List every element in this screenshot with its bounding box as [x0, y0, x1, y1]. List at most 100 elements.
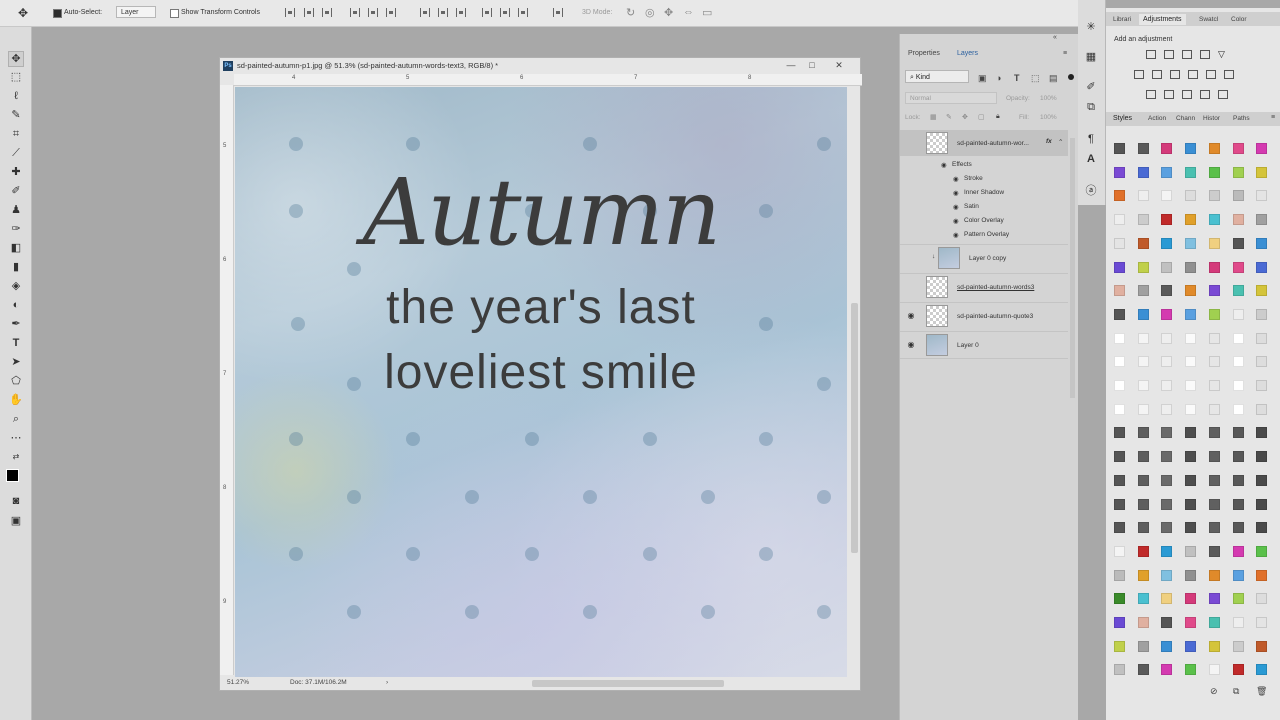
style-swatch[interactable]	[1232, 261, 1244, 273]
style-swatch[interactable]	[1232, 237, 1244, 249]
style-swatch[interactable]	[1185, 285, 1197, 297]
style-swatch[interactable]	[1137, 593, 1149, 605]
style-swatch[interactable]	[1232, 356, 1244, 368]
style-swatch[interactable]	[1256, 214, 1268, 226]
photo-filter-icon[interactable]	[1188, 70, 1198, 79]
style-swatch[interactable]	[1232, 593, 1244, 605]
style-swatch[interactable]	[1114, 143, 1125, 154]
visibility-eye-icon[interactable]: ◉	[906, 340, 916, 350]
effect-color-overlay[interactable]: Color Overlay	[964, 217, 1004, 224]
style-swatch[interactable]	[1185, 214, 1197, 226]
style-swatch[interactable]	[1161, 237, 1173, 249]
channel-mixer-icon[interactable]	[1206, 70, 1216, 79]
style-swatch[interactable]	[1208, 380, 1220, 391]
foreground-color-swatch[interactable]	[6, 469, 19, 482]
style-swatch[interactable]	[1208, 617, 1220, 628]
autoselect-dropdown[interactable]: Layer	[116, 6, 156, 18]
filter-type-icon[interactable]: T	[1014, 73, 1020, 83]
style-swatch[interactable]	[1208, 332, 1220, 344]
style-swatch[interactable]	[1208, 166, 1220, 178]
style-swatch[interactable]	[1137, 166, 1149, 178]
style-swatch[interactable]	[1114, 664, 1125, 676]
style-swatch[interactable]	[1232, 166, 1244, 178]
align-top-icon[interactable]	[285, 8, 295, 17]
fill-value[interactable]: 100%	[1040, 114, 1057, 121]
style-swatch[interactable]	[1137, 403, 1149, 415]
lock-all-icon[interactable]: 🔒︎	[996, 113, 1000, 121]
style-swatch[interactable]	[1137, 190, 1149, 202]
style-swatch[interactable]	[1256, 522, 1268, 534]
filter-shape-icon[interactable]: ⬚	[1031, 73, 1040, 84]
quick-mask-icon[interactable]: ◙	[9, 494, 23, 508]
ruler-horizontal[interactable]: 4 5 6 7 8	[234, 74, 862, 86]
style-swatch[interactable]	[1161, 166, 1173, 178]
brush-settings-icon[interactable]: ✐	[1084, 80, 1098, 94]
style-swatch[interactable]	[1137, 214, 1149, 226]
panel-menu-icon[interactable]: ≡	[1063, 50, 1067, 57]
style-swatch[interactable]	[1114, 451, 1125, 463]
tab-paths[interactable]: Paths	[1233, 115, 1250, 122]
style-swatch[interactable]	[1256, 166, 1268, 178]
tab-history[interactable]: Histor	[1203, 115, 1220, 122]
style-swatch[interactable]	[1256, 308, 1268, 320]
style-swatch[interactable]	[1256, 237, 1268, 249]
style-swatch[interactable]	[1256, 285, 1268, 297]
style-swatch[interactable]	[1232, 522, 1244, 534]
stroke-eye-icon[interactable]: ◉	[953, 175, 959, 183]
style-swatch[interactable]	[1232, 451, 1244, 463]
distribute-left-icon[interactable]	[482, 8, 492, 17]
vibrance-icon[interactable]: ▽	[1218, 50, 1228, 59]
style-swatch[interactable]	[1161, 285, 1173, 297]
style-swatch[interactable]	[1208, 261, 1220, 273]
style-swatch[interactable]	[1137, 237, 1149, 249]
style-swatch[interactable]	[1208, 640, 1220, 652]
lock-image-icon[interactable]: ✎	[946, 113, 952, 121]
adjust-icon[interactable]: ✳	[1084, 20, 1098, 34]
style-swatch[interactable]	[1114, 261, 1125, 273]
style-swatch[interactable]	[1114, 474, 1125, 486]
style-swatch[interactable]	[1137, 498, 1149, 510]
style-swatch[interactable]	[1232, 403, 1244, 415]
zoom-tool-icon[interactable]: ⌕	[9, 412, 23, 426]
hue-saturation-icon[interactable]	[1134, 70, 1144, 79]
style-swatch[interactable]	[1256, 190, 1268, 202]
style-swatch[interactable]	[1256, 617, 1268, 628]
effect-stroke[interactable]: Stroke	[964, 175, 983, 182]
style-swatch[interactable]	[1208, 522, 1220, 534]
style-swatch[interactable]	[1114, 308, 1125, 320]
vertical-scrollbar[interactable]	[851, 303, 858, 553]
effect-satin[interactable]: Satin	[964, 203, 979, 210]
style-swatch[interactable]	[1256, 451, 1268, 463]
blend-mode-dropdown[interactable]: Normal	[905, 92, 997, 104]
style-swatch[interactable]	[1161, 190, 1173, 202]
transform-controls-checkbox[interactable]	[170, 9, 179, 18]
swatch-grid-icon[interactable]: ▦	[1084, 50, 1098, 64]
move-tool-icon[interactable]: ✥	[8, 51, 24, 67]
style-swatch[interactable]	[1161, 545, 1173, 557]
eraser-tool-icon[interactable]: ◧	[9, 241, 23, 255]
style-swatch[interactable]	[1256, 593, 1268, 605]
style-swatch[interactable]	[1232, 474, 1244, 486]
style-swatch[interactable]	[1208, 143, 1220, 154]
style-swatch[interactable]	[1114, 617, 1125, 628]
layer-row-quote3[interactable]: ◉ sd-painted-autumn-quote3	[900, 302, 1068, 329]
autoselect-checkbox[interactable]	[53, 9, 62, 18]
style-swatch[interactable]	[1185, 403, 1197, 415]
effects-eye-icon[interactable]: ◉	[941, 161, 947, 169]
eyedropper-tool-icon[interactable]: ⟋	[9, 146, 23, 160]
style-swatch[interactable]	[1232, 143, 1244, 154]
align-hcenter-icon[interactable]	[368, 8, 378, 17]
horizontal-scrollbar[interactable]	[532, 680, 724, 687]
create-style-icon[interactable]: ⧉	[1233, 686, 1239, 697]
style-swatch[interactable]	[1256, 545, 1268, 557]
style-swatch[interactable]	[1137, 474, 1149, 486]
3d-slide-icon[interactable]: ⇔	[683, 6, 694, 18]
style-swatch[interactable]	[1161, 498, 1173, 510]
exposure-icon[interactable]	[1200, 50, 1210, 59]
pattern-overlay-eye-icon[interactable]: ◉	[953, 231, 959, 239]
crop-tool-icon[interactable]: ⌗	[9, 127, 23, 141]
style-swatch[interactable]	[1114, 190, 1125, 202]
style-swatch[interactable]	[1208, 427, 1220, 439]
style-swatch[interactable]	[1185, 332, 1197, 344]
style-swatch[interactable]	[1185, 498, 1197, 510]
